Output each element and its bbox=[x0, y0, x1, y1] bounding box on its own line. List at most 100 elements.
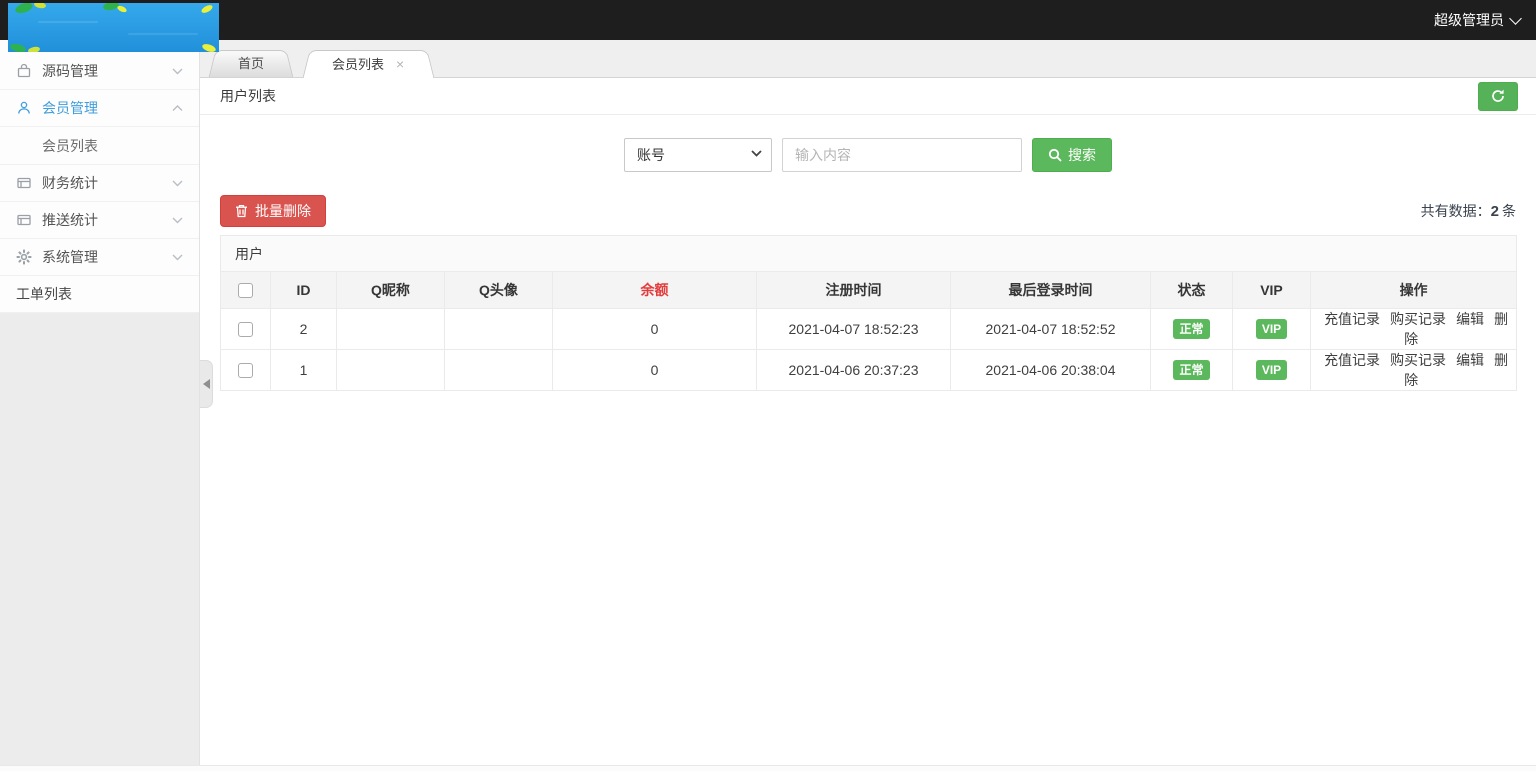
batch-delete-label: 批量删除 bbox=[255, 203, 311, 219]
col-register-time: 注册时间 bbox=[756, 271, 951, 309]
horizontal-scrollbar-track[interactable] bbox=[0, 765, 1536, 771]
close-icon[interactable]: × bbox=[396, 56, 404, 72]
table-row: 2 0 2021-04-07 18:52:23 2021-04-07 18:52… bbox=[220, 308, 1518, 350]
bag-icon bbox=[16, 63, 32, 79]
status-badge: 正常 bbox=[1173, 319, 1210, 339]
sidebar-item-label: 工单列表 bbox=[16, 286, 72, 302]
table-row: 1 0 2021-04-06 20:37:23 2021-04-06 20:38… bbox=[220, 349, 1518, 391]
gear-icon bbox=[16, 249, 32, 265]
cell-id: 1 bbox=[270, 349, 337, 391]
collapse-left-icon bbox=[202, 379, 210, 389]
cell-actions: 充值记录 购买记录 编辑 删除 bbox=[1309, 308, 1518, 350]
sidebar-item-workorder-list[interactable]: 工单列表 bbox=[0, 276, 199, 313]
cell-q-nickname bbox=[336, 349, 445, 391]
status-badge: 正常 bbox=[1173, 360, 1210, 380]
col-status: 状态 bbox=[1150, 271, 1233, 309]
refresh-button[interactable] bbox=[1478, 81, 1518, 111]
vip-badge: VIP bbox=[1255, 360, 1288, 380]
sidebar-item-system-mgmt[interactable]: 系统管理 bbox=[0, 239, 199, 276]
search-button[interactable]: 搜索 bbox=[1032, 138, 1112, 172]
refresh-icon bbox=[1490, 88, 1506, 104]
sidebar-item-finance-stats[interactable]: 财务统计 bbox=[0, 165, 199, 202]
sidebar-item-push-stats[interactable]: 推送统计 bbox=[0, 202, 199, 239]
sidebar-menu: 源码管理 会员管理 会员列表 财务统计 推送统计 系统管理 工单列表 bbox=[0, 40, 199, 313]
col-q-avatar: Q头像 bbox=[444, 271, 553, 309]
cell-q-avatar bbox=[444, 349, 553, 391]
user-menu-label: 超级管理员 bbox=[1434, 12, 1504, 28]
cell-q-avatar bbox=[444, 308, 553, 350]
ledger-icon bbox=[16, 212, 32, 228]
row-checkbox[interactable] bbox=[238, 363, 253, 379]
action-edit-link[interactable]: 编辑 bbox=[1456, 352, 1484, 368]
cell-register-time: 2021-04-07 18:52:23 bbox=[756, 308, 951, 350]
users-table-wrap: 用户 ID Q昵称 Q头像 余额 注册时间 最后登录时间 状态 VIP 操作 2… bbox=[219, 235, 1518, 391]
cell-balance: 0 bbox=[552, 308, 757, 350]
sidebar-item-label: 系统管理 bbox=[42, 249, 98, 265]
chevron-down-icon bbox=[172, 180, 183, 187]
vip-badge: VIP bbox=[1255, 319, 1288, 339]
page-title: 用户列表 bbox=[220, 88, 276, 104]
page-header: 用户列表 bbox=[200, 78, 1536, 115]
search-field-select[interactable]: 账号 bbox=[624, 138, 772, 172]
table-group-header: 用户 bbox=[219, 235, 1518, 272]
user-icon bbox=[16, 100, 32, 116]
table-header-row: ID Q昵称 Q头像 余额 注册时间 最后登录时间 状态 VIP 操作 bbox=[220, 271, 1518, 309]
chevron-down-icon bbox=[172, 68, 183, 75]
cell-last-login-time: 2021-04-07 18:52:52 bbox=[950, 308, 1151, 350]
chevron-down-icon bbox=[172, 254, 183, 261]
cell-id: 2 bbox=[270, 308, 337, 350]
sidebar-subitem-label: 会员列表 bbox=[42, 138, 98, 154]
sidebar: 源码管理 会员管理 会员列表 财务统计 推送统计 系统管理 工单列表 bbox=[0, 40, 200, 765]
cell-balance: 0 bbox=[552, 349, 757, 391]
sidebar-collapse-handle[interactable] bbox=[200, 360, 213, 408]
cell-register-time: 2021-04-06 20:37:23 bbox=[756, 349, 951, 391]
action-recharge-records-link[interactable]: 充值记录 bbox=[1324, 352, 1380, 368]
tab-home[interactable]: 首页 bbox=[212, 50, 290, 77]
col-actions: 操作 bbox=[1309, 271, 1518, 309]
col-q-nickname: Q昵称 bbox=[336, 271, 445, 309]
col-last-login-time: 最后登录时间 bbox=[950, 271, 1151, 309]
chevron-down-icon bbox=[1509, 11, 1522, 25]
tab-label: 会员列表 bbox=[332, 57, 385, 72]
sidebar-item-label: 会员管理 bbox=[42, 100, 98, 116]
search-icon bbox=[1048, 148, 1062, 162]
tab-label: 首页 bbox=[238, 56, 265, 71]
trash-icon bbox=[235, 204, 248, 218]
cell-actions: 充值记录 购买记录 编辑 删除 bbox=[1309, 349, 1518, 391]
search-bar: 账号 搜索 bbox=[200, 138, 1536, 172]
topbar: 超级管理员 bbox=[0, 0, 1536, 40]
col-vip: VIP bbox=[1232, 271, 1311, 309]
chevron-down-icon bbox=[172, 217, 183, 224]
content-panel: 用户列表 账号 输入内容 搜索 批量删除 共有数据：2 条 用户 ID Q昵称 … bbox=[200, 78, 1536, 771]
action-recharge-records-link[interactable]: 充值记录 bbox=[1324, 311, 1380, 327]
site-logo[interactable] bbox=[8, 3, 219, 52]
sidebar-item-label: 推送统计 bbox=[42, 212, 98, 228]
table-toolbar: 批量删除 共有数据：2 条 bbox=[220, 195, 1516, 227]
sidebar-item-source-mgmt[interactable]: 源码管理 bbox=[0, 53, 199, 90]
cell-last-login-time: 2021-04-06 20:38:04 bbox=[950, 349, 1151, 391]
action-edit-link[interactable]: 编辑 bbox=[1456, 311, 1484, 327]
search-button-label: 搜索 bbox=[1068, 147, 1096, 163]
chevron-up-icon bbox=[172, 104, 183, 112]
main-area: 首页 会员列表 × 用户列表 账号 输入内容 搜索 批量删除 共有数据：2 条 … bbox=[200, 40, 1536, 771]
search-input[interactable] bbox=[782, 138, 1022, 172]
batch-delete-button[interactable]: 批量删除 bbox=[220, 195, 326, 227]
ledger-icon bbox=[16, 175, 32, 191]
action-purchase-records-link[interactable]: 购买记录 bbox=[1390, 311, 1446, 327]
sidebar-item-label: 源码管理 bbox=[42, 63, 98, 79]
cell-q-nickname bbox=[336, 308, 445, 350]
col-balance: 余额 bbox=[552, 271, 757, 309]
action-purchase-records-link[interactable]: 购买记录 bbox=[1390, 352, 1446, 368]
col-id: ID bbox=[270, 271, 337, 309]
row-checkbox[interactable] bbox=[238, 322, 253, 338]
select-all-checkbox[interactable] bbox=[238, 283, 253, 299]
tab-member-list[interactable]: 会员列表 × bbox=[306, 50, 430, 78]
sidebar-item-label: 财务统计 bbox=[42, 175, 98, 191]
tabbar: 首页 会员列表 × bbox=[200, 40, 1536, 78]
sidebar-item-member-mgmt[interactable]: 会员管理 bbox=[0, 90, 199, 127]
total-count: 共有数据：2 条 bbox=[1420, 203, 1516, 220]
users-table: 用户 ID Q昵称 Q头像 余额 注册时间 最后登录时间 状态 VIP 操作 2… bbox=[219, 235, 1518, 391]
user-menu[interactable]: 超级管理员 bbox=[1434, 0, 1522, 40]
sidebar-subitem-member-list[interactable]: 会员列表 bbox=[0, 127, 199, 165]
search-field-select-wrap: 账号 bbox=[624, 138, 772, 172]
